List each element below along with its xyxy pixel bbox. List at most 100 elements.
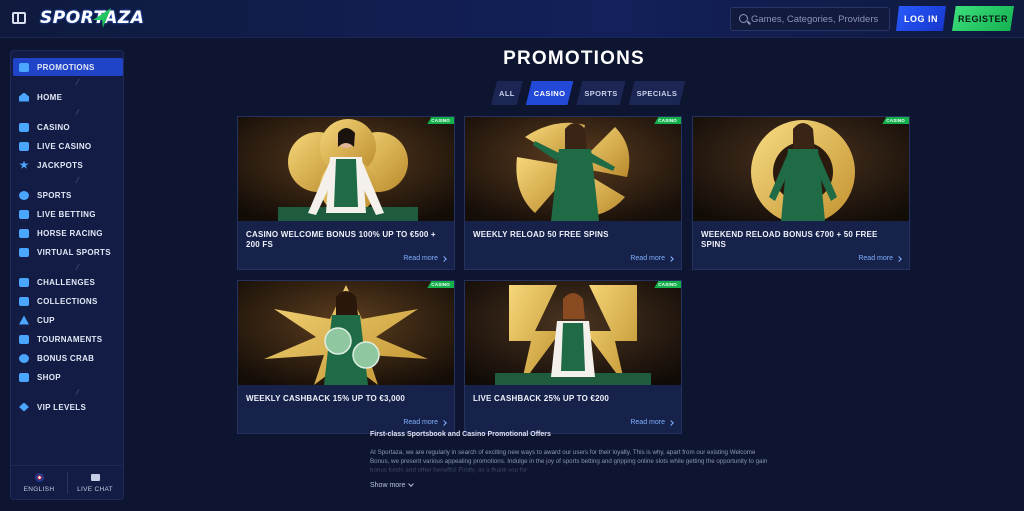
read-more-link[interactable]: Read more — [858, 255, 902, 262]
read-more-label: Read more — [403, 255, 438, 262]
sidebar-item-bonus-crab[interactable]: BONUS CRAB — [13, 349, 123, 367]
promotion-title: LIVE CASHBACK 25% UP TO €200 — [473, 394, 610, 403]
read-more-label: Read more — [630, 255, 665, 262]
sidebar-item-live-betting[interactable]: LIVE BETTING — [13, 205, 123, 223]
sidebar: PROMOTIONS HOME CASINO LIVE CASINO JACKP… — [10, 50, 124, 500]
language-label: ENGLISH — [23, 486, 55, 493]
sidebar-item-cup[interactable]: CUP — [13, 311, 123, 329]
description-title: First-class Sportsbook and Casino Promot… — [370, 431, 551, 438]
crab-icon — [19, 353, 29, 363]
promotion-card[interactable]: CASINO LIVE CASHBACK 25% UP TO €200 Read… — [464, 280, 682, 434]
sidebar-item-live-casino[interactable]: LIVE CASINO — [13, 137, 123, 155]
show-more-label: Show more — [370, 482, 406, 489]
sidebar-item-label: LIVE CASINO — [37, 141, 92, 151]
sidebar-item-horse-racing[interactable]: HORSE RACING — [13, 224, 123, 242]
sidebar-item-challenges[interactable]: CHALLENGES — [13, 273, 123, 291]
live-chat-button[interactable]: LIVE CHAT — [67, 466, 123, 500]
sidebar-item-label: COLLECTIONS — [37, 296, 98, 306]
chevron-right-icon — [441, 255, 447, 262]
promotion-image: CASINO — [693, 117, 909, 221]
read-more-link[interactable]: Read more — [630, 419, 674, 426]
promotions-description: First-class Sportsbook and Casino Promot… — [370, 431, 772, 475]
chevron-right-icon — [668, 255, 674, 262]
tournaments-icon — [19, 334, 29, 344]
sidebar-item-label: HORSE RACING — [37, 228, 103, 238]
promotion-card[interactable]: CASINO CASINO WELCOME BONUS 100% UP TO €… — [237, 116, 455, 270]
virtual-sports-icon — [19, 247, 29, 257]
site-logo[interactable]: SPORTAZA — [40, 8, 144, 30]
search-icon — [739, 14, 748, 23]
challenges-icon — [19, 277, 29, 287]
read-more-label: Read more — [630, 419, 665, 426]
sidebar-item-label: VIP LEVELS — [37, 402, 87, 412]
home-icon — [19, 92, 29, 102]
search-box[interactable] — [730, 7, 890, 31]
sidebar-item-collections[interactable]: COLLECTIONS — [13, 292, 123, 310]
register-button[interactable]: REGISTER — [952, 6, 1014, 31]
category-badge: CASINO — [654, 117, 681, 124]
sidebar-item-virtual-sports[interactable]: VIRTUAL SPORTS — [13, 243, 123, 261]
chevron-down-icon — [408, 481, 415, 487]
divider — [75, 79, 80, 85]
tab-all[interactable]: ALL — [491, 81, 523, 105]
cup-icon — [19, 315, 29, 325]
read-more-link[interactable]: Read more — [403, 419, 447, 426]
category-badge: CASINO — [654, 281, 681, 288]
promotion-title: WEEKLY RELOAD 50 FREE SPINS — [473, 230, 609, 239]
shop-icon — [19, 372, 29, 382]
divider — [75, 389, 80, 395]
chevron-right-icon — [441, 419, 447, 426]
sidebar-item-label: SPORTS — [37, 190, 72, 200]
jackpot-icon — [19, 160, 29, 169]
language-selector[interactable]: ENGLISH — [11, 466, 67, 500]
tab-specials[interactable]: SPECIALS — [629, 81, 686, 105]
sidebar-item-label: VIRTUAL SPORTS — [37, 247, 111, 257]
read-more-link[interactable]: Read more — [403, 255, 447, 262]
tab-casino[interactable]: CASINO — [526, 81, 574, 105]
sidebar-item-sports[interactable]: SPORTS — [13, 186, 123, 204]
sidebar-toggle-icon[interactable] — [12, 12, 26, 24]
uk-flag-icon — [34, 473, 44, 482]
divider — [75, 177, 80, 183]
sidebar-item-label: LIVE BETTING — [37, 209, 96, 219]
promotion-image: CASINO — [238, 117, 454, 221]
promotion-card[interactable]: CASINO WEEKLY CASHBACK 15% UP TO €3,000 … — [237, 280, 455, 434]
read-more-link[interactable]: Read more — [630, 255, 674, 262]
promotion-tabs: ALL CASINO SPORTS SPECIALS — [491, 81, 685, 105]
category-badge: CASINO — [882, 117, 909, 124]
sidebar-item-tournaments[interactable]: TOURNAMENTS — [13, 330, 123, 348]
tab-sports[interactable]: SPORTS — [576, 81, 625, 105]
live-chat-label: LIVE CHAT — [77, 485, 113, 493]
login-button[interactable]: LOG IN — [896, 6, 946, 31]
chat-icon — [90, 473, 100, 481]
soccer-ball-icon — [19, 190, 29, 200]
divider — [75, 109, 80, 115]
category-badge: CASINO — [427, 281, 454, 288]
sidebar-item-label: CASINO — [37, 122, 70, 132]
divider — [75, 264, 80, 270]
sidebar-item-label: CHALLENGES — [37, 277, 96, 287]
page-title: PROMOTIONS — [503, 48, 645, 69]
diamond-icon — [19, 402, 29, 412]
sidebar-item-shop[interactable]: SHOP — [13, 368, 123, 386]
sidebar-footer: ENGLISH LIVE CHAT — [11, 465, 123, 499]
show-more-button[interactable]: Show more — [370, 481, 415, 489]
sidebar-item-label: CUP — [37, 315, 55, 325]
promotion-card[interactable]: CASINO WEEKLY RELOAD 50 FREE SPINS Read … — [464, 116, 682, 270]
promotion-image: CASINO — [238, 281, 454, 385]
promotion-title: WEEKEND RELOAD BONUS €700 + 50 FREE SPIN… — [701, 230, 878, 249]
top-bar: SPORTAZA LOG IN REGISTER — [0, 0, 1024, 38]
live-betting-icon — [19, 209, 29, 219]
sidebar-item-jackpots[interactable]: JACKPOTS — [13, 156, 123, 174]
promotion-title: WEEKLY CASHBACK 15% UP TO €3,000 — [246, 394, 406, 403]
search-input[interactable] — [751, 11, 885, 27]
description-text: At Sportaza, we are regularly in search … — [370, 449, 768, 474]
sidebar-item-home[interactable]: HOME — [13, 88, 123, 106]
sidebar-item-casino[interactable]: CASINO — [13, 118, 123, 136]
casino-icon — [19, 122, 29, 132]
sidebar-item-label: JACKPOTS — [37, 160, 83, 170]
promotion-card[interactable]: CASINO WEEKEND RELOAD BONUS €700 + 50 FR… — [692, 116, 910, 270]
sidebar-item-vip-levels[interactable]: VIP LEVELS — [13, 398, 123, 416]
horse-icon — [19, 228, 29, 238]
sidebar-item-label: BONUS CRAB — [37, 353, 95, 363]
